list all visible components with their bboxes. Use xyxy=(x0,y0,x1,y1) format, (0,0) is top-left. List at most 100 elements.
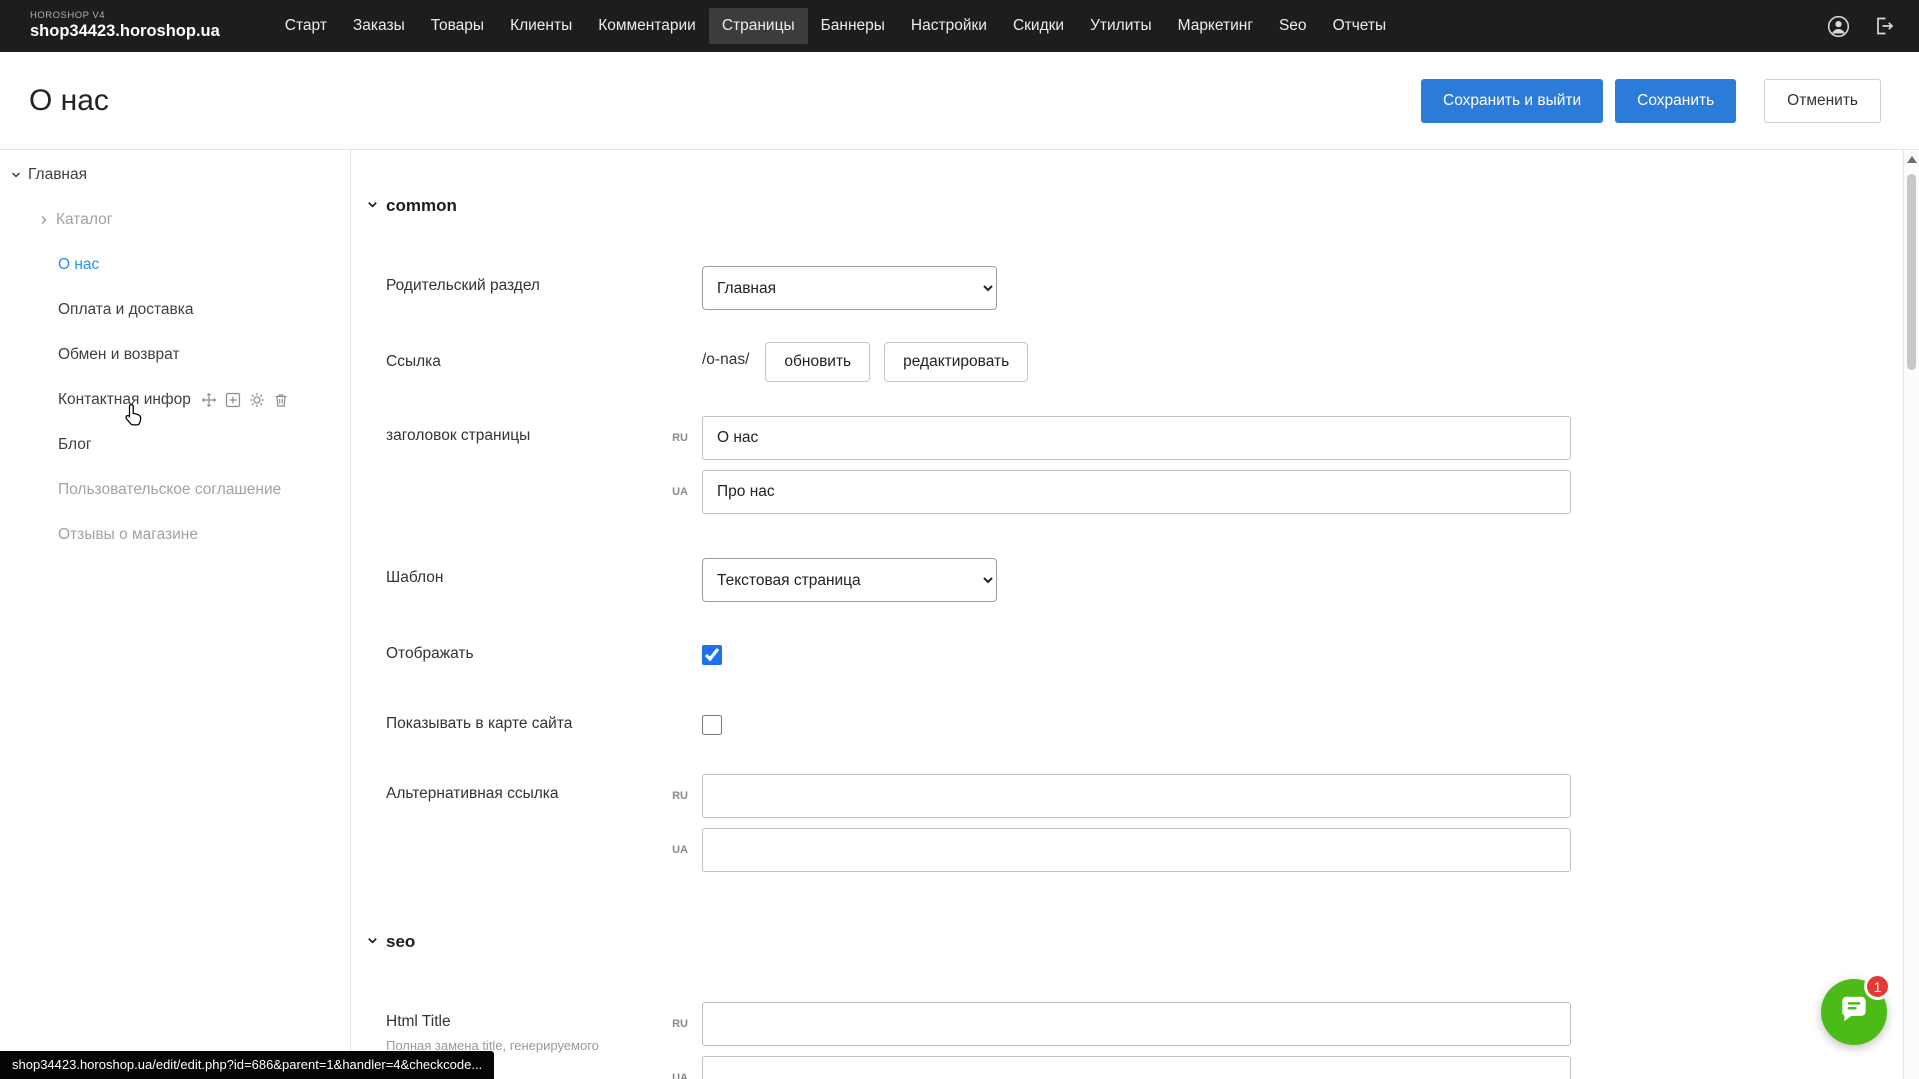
save-and-exit-button[interactable]: Сохранить и выйти xyxy=(1421,79,1603,123)
field-label: Отображать xyxy=(386,634,636,663)
move-icon[interactable] xyxy=(201,392,217,408)
cancel-button[interactable]: Отменить xyxy=(1764,79,1881,123)
nav-pages[interactable]: Страницы xyxy=(709,8,808,44)
chevron-down-icon[interactable] xyxy=(4,169,28,181)
nav-banners[interactable]: Баннеры xyxy=(808,8,898,44)
save-button[interactable]: Сохранить xyxy=(1615,79,1736,123)
sidebar-item-label: Оплата и доставка xyxy=(58,301,194,319)
link-path-value: /o-nas/ xyxy=(702,342,749,382)
field-label: заголовок страницы xyxy=(386,416,636,445)
account-icon[interactable] xyxy=(1825,13,1851,39)
sidebar-item-label: Блог xyxy=(58,436,92,454)
sidebar-item-label: Контактная инфор xyxy=(58,391,191,409)
sidebar-item-label: Каталог xyxy=(56,211,112,229)
nav-start[interactable]: Старт xyxy=(272,8,340,44)
chevron-down-icon xyxy=(366,932,379,952)
sitemap-row: Показывать в карте сайта xyxy=(386,704,1903,746)
template-select[interactable]: Текстовая страница xyxy=(702,558,997,602)
header-buttons: Сохранить и выйти Сохранить Отменить xyxy=(1421,79,1881,123)
sidebar-item-glavnaya[interactable]: Главная xyxy=(0,152,350,197)
brand-logo[interactable]: HOROSHOP V4 shop34423.horoshop.ua xyxy=(30,11,220,41)
topbar-icons xyxy=(1825,13,1897,39)
vertical-scrollbar[interactable] xyxy=(1903,150,1919,1079)
page-title: О нас xyxy=(29,84,109,118)
chevron-down-icon xyxy=(366,196,379,216)
sidebar-item-label: Отзывы о магазине xyxy=(58,526,198,544)
status-url-bar: shop34423.horoshop.ua/edit/edit.php?id=6… xyxy=(0,1051,494,1079)
nav-products[interactable]: Товары xyxy=(418,8,497,44)
lang-tag-ua: UA xyxy=(636,828,702,856)
display-checkbox[interactable] xyxy=(702,645,722,665)
sidebar-item-otzyvy-o-magazine[interactable]: Отзывы о магазине xyxy=(0,512,350,557)
field-label: Html Title xyxy=(386,1013,636,1031)
topbar: HOROSHOP V4 shop34423.horoshop.ua Старт … xyxy=(0,0,1919,52)
link-row: Ссылка /o-nas/ обновить редактировать xyxy=(386,342,1903,384)
display-row: Отображать xyxy=(386,634,1903,676)
brand-domain: shop34423.horoshop.ua xyxy=(30,22,220,41)
section-title: common xyxy=(386,196,457,216)
sidebar-item-label: Главная xyxy=(28,166,87,184)
refresh-link-button[interactable]: обновить xyxy=(765,342,870,382)
sidebar-item-o-nas[interactable]: О нас xyxy=(0,242,350,287)
section-common[interactable]: common xyxy=(366,196,1903,216)
lang-tag-ru: RU xyxy=(636,774,702,802)
page-edit-form: common Родительский раздел Главная Ссылк… xyxy=(352,150,1903,1079)
nav-reports[interactable]: Отчеты xyxy=(1320,8,1400,44)
chevron-right-icon[interactable] xyxy=(32,214,56,226)
gear-icon[interactable] xyxy=(249,392,265,408)
page-title-ua-input[interactable] xyxy=(702,470,1571,514)
sidebar-item-katalog[interactable]: Каталог xyxy=(0,197,350,242)
sitemap-checkbox[interactable] xyxy=(702,715,722,735)
tree-item-actions xyxy=(201,392,289,408)
html-title-row: Html Title Полная замена title, генериру… xyxy=(386,1002,1903,1079)
main-nav: Старт Заказы Товары Клиенты Комментарии … xyxy=(272,8,1399,44)
sidebar-item-kontaktnaya-informaciya[interactable]: Контактная инфор xyxy=(0,377,350,422)
field-label: Родительский раздел xyxy=(386,266,636,295)
sidebar-item-label: Обмен и возврат xyxy=(58,346,180,364)
field-label: Шаблон xyxy=(386,558,636,587)
lang-tag-ru: RU xyxy=(636,416,702,444)
trash-icon[interactable] xyxy=(273,392,289,408)
template-row: Шаблон Текстовая страница xyxy=(386,558,1903,602)
parent-section-row: Родительский раздел Главная xyxy=(386,266,1903,310)
scrollbar-thumb[interactable] xyxy=(1907,174,1916,370)
sidebar-item-oplata-i-dostavka[interactable]: Оплата и доставка xyxy=(0,287,350,332)
nav-orders[interactable]: Заказы xyxy=(340,8,418,44)
nav-clients[interactable]: Клиенты xyxy=(497,8,585,44)
page-header: О нас Сохранить и выйти Сохранить Отмени… xyxy=(0,52,1919,150)
nav-discounts[interactable]: Скидки xyxy=(1000,8,1077,44)
add-page-icon[interactable] xyxy=(225,392,241,408)
lang-tag-ua: UA xyxy=(636,470,702,498)
nav-seo[interactable]: Seo xyxy=(1266,8,1320,44)
nav-utilities[interactable]: Утилиты xyxy=(1077,8,1165,44)
field-label: Ссылка xyxy=(386,342,636,371)
brand-version: HOROSHOP V4 xyxy=(30,11,220,22)
section-title: seo xyxy=(386,932,415,952)
page-title-ru-input[interactable] xyxy=(702,416,1571,460)
sidebar-item-label: О нас xyxy=(58,256,99,274)
sidebar-item-polzovatelskoe-soglashenie[interactable]: Пользовательское соглашение xyxy=(0,467,350,512)
field-label: Показывать в карте сайта xyxy=(386,704,636,733)
scroll-up-icon[interactable] xyxy=(1907,156,1917,163)
sidebar-item-blog[interactable]: Блог xyxy=(0,422,350,467)
sidebar-item-label: Пользовательское соглашение xyxy=(58,481,281,499)
chat-bubble-icon xyxy=(1837,993,1871,1032)
page-title-row: заголовок страницы RU UA xyxy=(386,416,1903,514)
field-label: Альтернативная ссылка xyxy=(386,774,636,803)
nav-marketing[interactable]: Маркетинг xyxy=(1165,8,1266,44)
logout-icon[interactable] xyxy=(1871,13,1897,39)
edit-link-button[interactable]: редактировать xyxy=(884,342,1028,382)
html-title-ua-input[interactable] xyxy=(702,1056,1571,1079)
chat-widget-button[interactable]: 1 xyxy=(1821,979,1887,1045)
lang-tag-ua: UA xyxy=(636,1056,702,1079)
html-title-ru-input[interactable] xyxy=(702,1002,1571,1046)
nav-settings[interactable]: Настройки xyxy=(898,8,1000,44)
sidebar-item-obmen-i-vozvrat[interactable]: Обмен и возврат xyxy=(0,332,350,377)
parent-section-select[interactable]: Главная xyxy=(702,266,997,310)
alt-link-ua-input[interactable] xyxy=(702,828,1571,872)
alt-link-ru-input[interactable] xyxy=(702,774,1571,818)
lang-tag-ru: RU xyxy=(636,1002,702,1030)
alt-link-row: Альтернативная ссылка RU UA xyxy=(386,774,1903,872)
section-seo[interactable]: seo xyxy=(366,932,1903,952)
nav-comments[interactable]: Комментарии xyxy=(585,8,709,44)
